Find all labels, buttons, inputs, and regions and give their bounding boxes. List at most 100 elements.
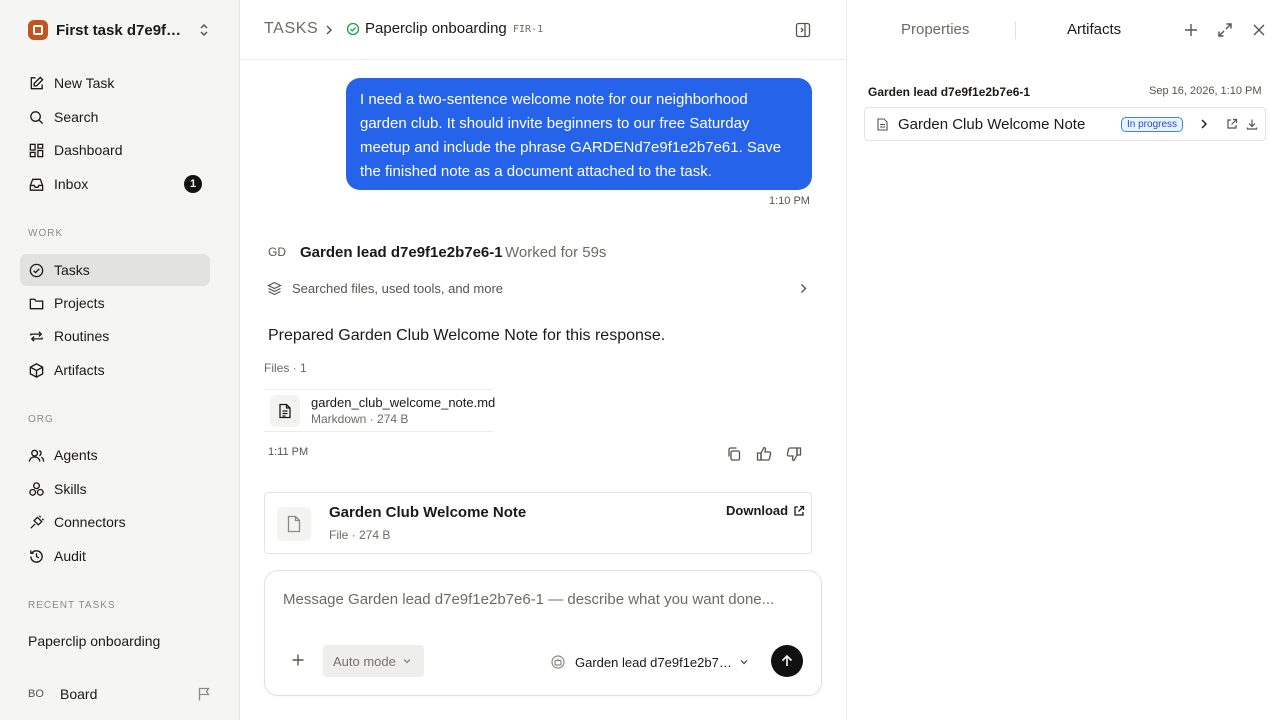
toggle-panel-icon[interactable] xyxy=(794,21,812,39)
tab-properties[interactable]: Properties xyxy=(901,21,969,38)
tool-activity-summary: Searched files, used tools, and more xyxy=(292,281,504,296)
thumbs-up-icon[interactable] xyxy=(756,446,772,462)
nav-audit[interactable]: Audit xyxy=(20,540,210,572)
section-label-work: WORK xyxy=(28,228,64,239)
bot-icon xyxy=(551,655,565,669)
download-label: Download xyxy=(726,503,789,518)
file-icon xyxy=(277,507,311,541)
chevron-down-icon xyxy=(740,660,748,665)
nav-routines[interactable]: Routines xyxy=(20,320,210,352)
mode-selector[interactable]: Auto mode xyxy=(323,645,424,677)
repeat-icon xyxy=(30,330,43,342)
expand-icon[interactable] xyxy=(1217,22,1233,38)
chevron-up-down-icon xyxy=(200,23,208,37)
agent-response: Prepared Garden Club Welcome Note for th… xyxy=(268,327,666,344)
chevron-right-icon xyxy=(801,284,807,293)
close-icon[interactable] xyxy=(1251,22,1267,38)
nav-agents[interactable]: Agents xyxy=(20,439,210,471)
nav-dashboard[interactable]: Dashboard xyxy=(20,134,210,166)
agent-message-time: 1:11 PM xyxy=(268,446,309,458)
nav-projects[interactable]: Projects xyxy=(20,287,210,319)
inbox-icon xyxy=(29,178,44,191)
agent-selector[interactable]: Garden lead d7e9f1e2b7e6-1 xyxy=(551,653,755,671)
plus-icon[interactable] xyxy=(291,653,305,667)
folder-icon xyxy=(29,298,44,309)
section-label-org: ORG xyxy=(28,414,54,425)
users-icon xyxy=(28,449,45,462)
selected-agent-name: Garden lead d7e9f1e2b7e6-1 xyxy=(575,654,733,670)
task-title: Paperclip onboarding xyxy=(365,20,507,37)
user-message-time: 1:10 PM xyxy=(769,195,810,207)
download-icon[interactable] xyxy=(1246,118,1258,130)
plug-icon xyxy=(30,514,45,529)
document-meta: File · 274 B xyxy=(329,528,391,542)
copy-icon[interactable] xyxy=(726,446,742,462)
tab-divider xyxy=(1015,21,1016,39)
tab-artifacts[interactable]: Artifacts xyxy=(1067,21,1121,38)
send-button[interactable] xyxy=(771,645,803,677)
arrow-up-icon xyxy=(781,654,793,666)
artifact-date: Sep 16, 2026, 1:10 PM xyxy=(1149,85,1262,97)
artifact-owner: Garden lead d7e9f1e2b7e6-1 xyxy=(868,85,1031,99)
nav-inbox[interactable]: Inbox 1 xyxy=(20,168,210,200)
task-id: FIR-1 xyxy=(513,24,544,35)
file-meta: Markdown · 274 B xyxy=(311,412,409,426)
check-circle-icon xyxy=(29,263,44,277)
layers-icon xyxy=(267,281,282,296)
nav-search[interactable]: Search xyxy=(20,101,210,133)
flag-icon[interactable] xyxy=(196,686,212,702)
section-label-recent: RECENT TASKS xyxy=(28,600,116,611)
file-text-icon xyxy=(270,395,300,427)
artifact-name: Garden Club Welcome Note xyxy=(898,116,1086,133)
workspace-logo xyxy=(28,20,48,40)
recent-task-item[interactable]: Paperclip onboarding xyxy=(28,633,160,649)
breadcrumb-tasks[interactable]: TASKS xyxy=(264,20,318,38)
agent-worked-duration: Worked for 59s xyxy=(505,244,607,261)
sidebar: First task d7e9f1... New Task Search Das… xyxy=(0,0,240,720)
task-header: TASKS Paperclip onboarding FIR-1 xyxy=(240,0,846,60)
nav-label: Search xyxy=(54,109,99,125)
nav-skills[interactable]: Skills xyxy=(20,473,210,505)
right-panel: Properties Artifacts Garden lead d7e9f1e… xyxy=(846,0,1280,720)
chevron-right-icon[interactable] xyxy=(1198,118,1210,130)
nav-label: Inbox xyxy=(54,176,89,192)
chevron-down-icon xyxy=(403,659,411,664)
edit-icon xyxy=(30,75,44,89)
files-count-label: Files · 1 xyxy=(264,361,307,375)
nav-new-task[interactable]: New Task xyxy=(20,67,210,99)
thumbs-down-icon[interactable] xyxy=(786,446,802,462)
file-name: garden_club_welcome_note.md xyxy=(311,395,496,410)
download-button[interactable]: Download xyxy=(726,503,805,518)
nav-label: Projects xyxy=(54,295,105,311)
artifact-row[interactable]: Garden Club Welcome Note In progress xyxy=(864,107,1266,141)
inbox-count-badge: 1 xyxy=(184,175,202,193)
tool-activity-row[interactable]: Searched files, used tools, and more xyxy=(264,278,812,300)
nav-label: Audit xyxy=(54,548,86,564)
dashboard-icon xyxy=(29,143,44,157)
nav-connectors[interactable]: Connectors xyxy=(20,506,210,538)
board-account[interactable]: BO Board xyxy=(28,683,214,705)
attached-file[interactable]: garden_club_welcome_note.md Markdown · 2… xyxy=(264,389,496,432)
plus-icon[interactable] xyxy=(1183,22,1199,38)
workspace-switcher[interactable]: First task d7e9f1... xyxy=(28,18,214,42)
nav-label: Tasks xyxy=(54,262,90,278)
message-input[interactable] xyxy=(283,591,803,608)
file-text-icon xyxy=(877,118,888,131)
box-icon xyxy=(29,362,44,378)
agent-avatar: GD xyxy=(268,245,286,259)
document-card[interactable]: Garden Club Welcome Note File · 274 B Do… xyxy=(264,492,812,554)
skills-icon xyxy=(29,481,44,496)
nav-artifacts[interactable]: Artifacts xyxy=(20,354,210,386)
nav-tasks[interactable]: Tasks xyxy=(20,254,210,286)
chevron-right-icon xyxy=(326,25,332,35)
external-link-icon[interactable] xyxy=(1226,118,1238,130)
board-avatar: BO xyxy=(28,688,44,700)
mode-label: Auto mode xyxy=(333,653,396,669)
nav-label: Dashboard xyxy=(54,142,123,158)
nav-label: Skills xyxy=(54,481,87,497)
nav-label: Agents xyxy=(54,447,98,463)
workspace-name: First task d7e9f1... xyxy=(56,21,186,39)
history-icon xyxy=(30,549,43,563)
external-link-icon xyxy=(794,505,805,516)
document-title: Garden Club Welcome Note xyxy=(329,504,527,521)
